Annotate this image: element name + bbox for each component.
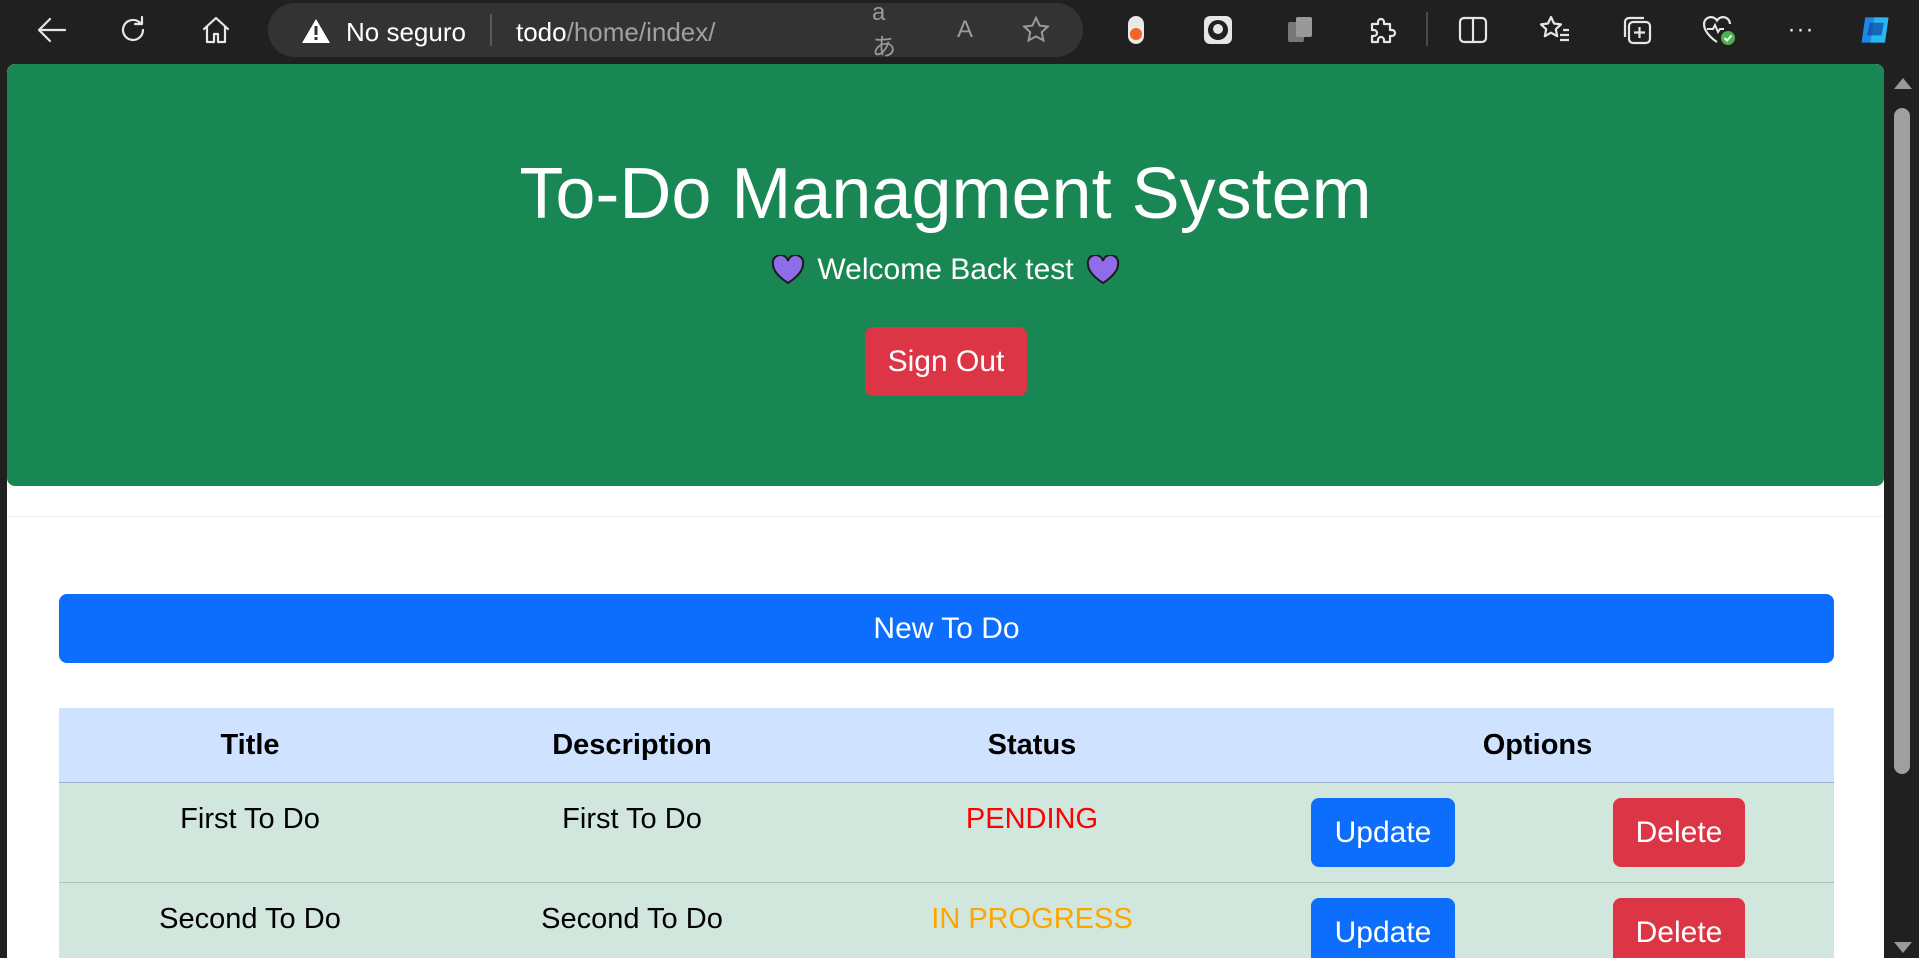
hero-banner: To-Do Managment System Welcome Back test… bbox=[7, 64, 1884, 486]
delete-button[interactable]: Delete bbox=[1613, 898, 1745, 958]
favorite-star-icon[interactable] bbox=[1019, 15, 1053, 45]
todo-title: First To Do bbox=[180, 803, 320, 835]
toolbar-separator bbox=[1426, 12, 1428, 46]
table-header: Title Description Status Options bbox=[59, 708, 1834, 783]
more-icon[interactable]: ··· bbox=[1783, 12, 1819, 48]
refresh-button[interactable] bbox=[108, 8, 158, 52]
column-header-status: Status bbox=[987, 728, 1077, 761]
address-bar[interactable]: No seguro todo/home/index/ aあ A bbox=[268, 0, 1083, 61]
sign-out-button[interactable]: Sign Out bbox=[865, 327, 1027, 396]
vertical-scrollbar[interactable] bbox=[1884, 64, 1919, 958]
back-button[interactable] bbox=[27, 8, 77, 52]
page-title: To-Do Managment System bbox=[519, 154, 1372, 234]
section-divider bbox=[7, 516, 1884, 517]
page-viewport: To-Do Managment System Welcome Back test… bbox=[7, 64, 1884, 958]
extension-recorder-icon[interactable] bbox=[1118, 12, 1154, 48]
url-host: todo bbox=[516, 17, 567, 47]
todo-description: Second To Do bbox=[541, 903, 723, 935]
extension-github-icon[interactable] bbox=[1200, 12, 1236, 48]
todo-options: Update Delete bbox=[1241, 883, 1834, 958]
purple-heart-icon bbox=[772, 255, 805, 285]
favorites-icon[interactable] bbox=[1537, 12, 1573, 48]
purple-heart-icon bbox=[1086, 255, 1119, 285]
split-screen-icon[interactable] bbox=[1455, 12, 1491, 48]
table-row: Second To Do Second To Do IN PROGRESS Up… bbox=[59, 883, 1834, 958]
refresh-icon bbox=[121, 15, 145, 42]
todo-status: PENDING bbox=[965, 803, 1099, 835]
extension-copy-icon[interactable] bbox=[1282, 12, 1318, 48]
todo-options: Update Delete bbox=[1241, 783, 1834, 882]
address-separator bbox=[490, 14, 492, 46]
todo-status: IN PROGRESS bbox=[931, 903, 1133, 935]
browser-toolbar: No seguro todo/home/index/ aあ A ··· bbox=[0, 0, 1919, 64]
welcome-message: Welcome Back test bbox=[7, 250, 1884, 290]
todo-title: Second To Do bbox=[159, 903, 341, 935]
todo-table: Title Description Status Options First T… bbox=[59, 708, 1834, 958]
column-header-description: Description bbox=[552, 728, 712, 761]
column-header-title: Title bbox=[220, 728, 280, 761]
todo-description: First To Do bbox=[562, 803, 702, 835]
url-text[interactable]: todo/home/index/ bbox=[516, 17, 715, 47]
new-todo-button[interactable]: New To Do bbox=[59, 594, 1834, 663]
scroll-down-arrow-icon[interactable] bbox=[1894, 942, 1912, 953]
warning-icon bbox=[302, 19, 330, 43]
delete-button[interactable]: Delete bbox=[1613, 798, 1745, 867]
extensions-puzzle-icon[interactable] bbox=[1364, 12, 1400, 48]
update-button[interactable]: Update bbox=[1311, 898, 1455, 958]
column-header-options: Options bbox=[1482, 728, 1593, 761]
url-path: /home/index/ bbox=[566, 17, 716, 47]
scroll-up-arrow-icon[interactable] bbox=[1894, 78, 1912, 89]
welcome-text: Welcome Back test bbox=[817, 253, 1074, 286]
collections-icon[interactable] bbox=[1619, 12, 1655, 48]
table-row: First To Do First To Do PENDING Update D… bbox=[59, 783, 1834, 883]
home-button[interactable] bbox=[191, 8, 241, 52]
scrollbar-thumb[interactable] bbox=[1894, 108, 1910, 774]
read-aloud-icon[interactable]: A bbox=[948, 15, 982, 45]
copilot-icon[interactable] bbox=[1858, 12, 1894, 48]
home-icon bbox=[202, 16, 230, 44]
update-button[interactable]: Update bbox=[1311, 798, 1455, 867]
browser-essentials-icon[interactable] bbox=[1701, 12, 1737, 48]
back-arrow-icon bbox=[37, 17, 67, 43]
security-status[interactable]: No seguro bbox=[346, 17, 466, 47]
translate-icon[interactable]: aあ bbox=[872, 0, 906, 61]
